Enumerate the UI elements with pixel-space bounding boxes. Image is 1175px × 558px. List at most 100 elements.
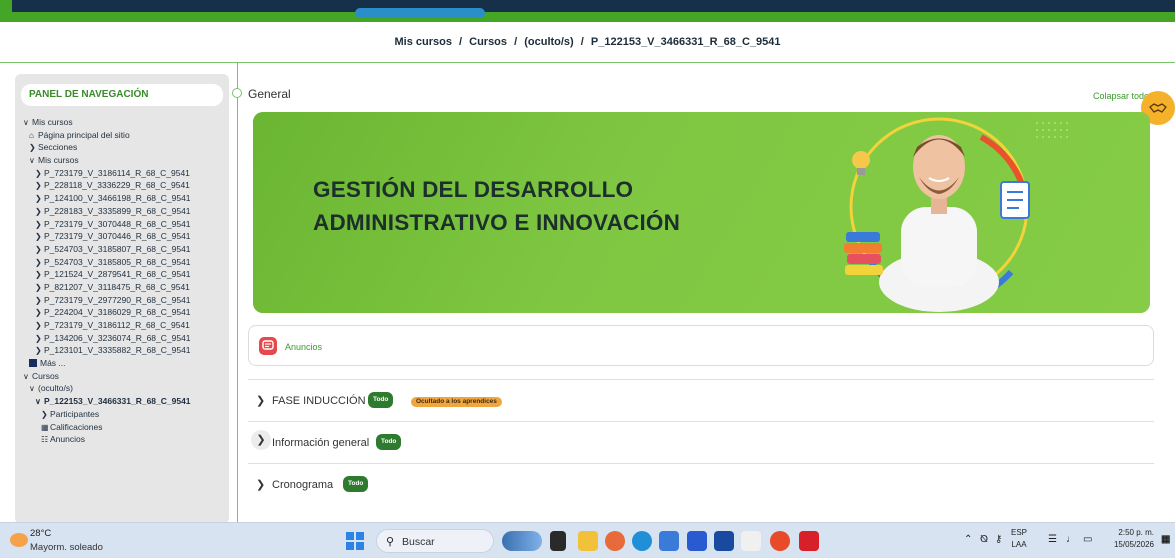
nav-tree-label[interactable]: P_723179_V_2977290_R_68_C_9541 xyxy=(44,295,191,305)
announcements-activity[interactable]: Anuncios xyxy=(248,325,1154,366)
section-label[interactable]: Información general xyxy=(272,437,369,449)
chevron-down-icon[interactable]: ∨ xyxy=(35,396,44,409)
chevron-right-icon[interactable]: ❯ xyxy=(41,409,50,422)
chevron-down-icon[interactable]: ∨ xyxy=(29,155,38,168)
nav-tree-label[interactable]: P_123101_V_3335882_R_68_C_9541 xyxy=(44,345,191,355)
more-square-icon[interactable] xyxy=(29,359,37,368)
nav-tree-item[interactable]: ❯ P_123101_V_3335882_R_68_C_9541 xyxy=(23,344,228,357)
microphone-icon[interactable]: ⚷ xyxy=(995,534,1002,545)
chevron-right-icon[interactable]: ❯ xyxy=(256,478,265,491)
nav-tree-label[interactable]: P_224204_V_3186029_R_68_C_9541 xyxy=(44,307,191,317)
chevron-right-icon[interactable]: ❯ xyxy=(35,231,44,244)
weather-icon[interactable] xyxy=(10,533,28,547)
nav-tree-item[interactable]: ⌂ Página principal del sitio xyxy=(23,129,228,142)
dell-icon[interactable] xyxy=(687,531,707,551)
nav-tree-label[interactable]: P_723179_V_3186112_R_68_C_9541 xyxy=(44,320,190,330)
nav-tree-item[interactable]: ❯ P_524703_V_3185805_R_68_C_9541 xyxy=(23,256,228,269)
nav-tree-label[interactable]: P_821207_V_3118475_R_68_C_9541 xyxy=(44,282,190,292)
chevron-right-icon[interactable]: ❯ xyxy=(35,244,44,257)
nav-tree-label[interactable]: Anuncios xyxy=(50,434,85,444)
nav-tree-item[interactable]: ❯ P_723179_V_3070448_R_68_C_9541 xyxy=(23,218,228,231)
nav-tree-item[interactable]: ∨ (oculto/s) xyxy=(23,382,228,395)
chevron-right-icon[interactable]: ❯ xyxy=(251,430,271,450)
section-label[interactable]: FASE INDUCCIÓN xyxy=(272,395,366,407)
nav-tree-item[interactable]: ❯ Secciones xyxy=(23,141,228,154)
calendar-icon[interactable] xyxy=(741,531,761,551)
breadcrumb-item-course[interactable]: P_122153_V_3466331_R_68_C_9541 xyxy=(591,36,781,48)
acrobat-icon[interactable] xyxy=(799,531,819,551)
forum-icon[interactable]: ☷ xyxy=(41,434,50,447)
section-fase-induccion[interactable]: ❯ FASE INDUCCIÓN Todo Ocultado a los apr… xyxy=(248,379,1154,419)
breadcrumb-item-cursos[interactable]: Cursos xyxy=(469,36,507,48)
nav-tree-label[interactable]: Mis cursos xyxy=(32,117,73,127)
widgets-icon[interactable] xyxy=(502,531,542,551)
task-view-icon[interactable] xyxy=(550,531,566,551)
nav-tree-label[interactable]: Cursos xyxy=(32,371,59,381)
chevron-up-icon[interactable]: ⌃ xyxy=(964,534,972,545)
nav-tree-item[interactable]: ❯ P_723179_V_3070446_R_68_C_9541 xyxy=(23,230,228,243)
nav-tree-item[interactable]: ❯ P_821207_V_3118475_R_68_C_9541 xyxy=(23,281,228,294)
nav-tree-item[interactable]: ❯ P_134206_V_3236074_R_68_C_9541 xyxy=(23,332,228,345)
chevron-right-icon[interactable]: ❯ xyxy=(35,282,44,295)
file-explorer-icon[interactable] xyxy=(578,531,598,551)
volume-icon[interactable]: ♩ xyxy=(1066,534,1076,545)
chevron-right-icon[interactable]: ❯ xyxy=(35,193,44,206)
copilot-icon[interactable] xyxy=(605,531,625,551)
nav-tree-label[interactable]: P_723179_V_3186114_R_68_C_9541 xyxy=(44,168,190,178)
nav-tree-label[interactable]: P_121524_V_2879541_R_68_C_9541 xyxy=(44,269,191,279)
wifi-icon[interactable]: ☰ xyxy=(1048,534,1057,545)
collapse-all-link[interactable]: Colapsar todo xyxy=(1093,91,1149,101)
system-clock[interactable]: 2:50 p. m. 15/05/2026 xyxy=(1106,527,1154,551)
nav-tree-item[interactable]: ∨ Cursos xyxy=(23,370,228,383)
nav-tree-label[interactable]: Página principal del sitio xyxy=(38,130,130,140)
nav-tree-label[interactable]: P_122153_V_3466331_R_68_C_9541 xyxy=(44,396,191,406)
section-cronograma[interactable]: ❯ Cronograma Todo xyxy=(248,463,1154,503)
language-indicator[interactable]: ESP LAA xyxy=(1011,527,1027,551)
header-tab-pill[interactable] xyxy=(355,8,485,18)
windows-start-icon[interactable] xyxy=(346,532,364,550)
chevron-right-icon[interactable]: ❯ xyxy=(35,320,44,333)
nav-tree-item[interactable]: ❯ P_224204_V_3186029_R_68_C_9541 xyxy=(23,306,228,319)
taskbar-search-input[interactable]: ⚲ Buscar xyxy=(376,529,494,553)
nav-tree-label[interactable]: P_124100_V_3466198_R_68_C_9541 xyxy=(44,193,191,203)
chevron-right-icon[interactable]: ❯ xyxy=(35,206,44,219)
location-off-icon[interactable]: ⦰ xyxy=(980,534,988,545)
nav-tree-item[interactable]: ∨ Mis cursos xyxy=(23,154,228,167)
nav-tree-item[interactable]: ❯ P_124100_V_3466198_R_68_C_9541 xyxy=(23,192,228,205)
nav-tree-item[interactable]: Más ... xyxy=(23,357,228,370)
nav-tree-item[interactable]: ∨ Mis cursos xyxy=(23,116,228,129)
nav-tree-item[interactable]: ❯ Participantes xyxy=(23,408,228,421)
edge-browser-icon[interactable] xyxy=(632,531,652,551)
nav-tree-item[interactable]: ☷ Anuncios xyxy=(23,433,228,446)
nav-tree-label[interactable]: P_228183_V_3335899_R_68_C_9541 xyxy=(44,206,191,216)
nav-tree-item[interactable]: ❯ P_228118_V_3336229_R_68_C_9541 xyxy=(23,179,228,192)
nav-tree-item[interactable]: ❯ P_228183_V_3335899_R_68_C_9541 xyxy=(23,205,228,218)
section-informacion-general[interactable]: ❯ Información general Todo xyxy=(248,421,1154,461)
nav-tree-label[interactable]: Secciones xyxy=(38,142,77,152)
weather-description[interactable]: Mayorm. soleado xyxy=(30,542,103,553)
store-icon[interactable] xyxy=(659,531,679,551)
notification-icon[interactable]: ▦ xyxy=(1161,534,1170,545)
nav-tree-label[interactable]: Calificaciones xyxy=(50,422,102,432)
nav-tree-label[interactable]: Mis cursos xyxy=(38,155,79,165)
nav-tree-label[interactable]: Más ... xyxy=(40,358,66,368)
nav-tree-label[interactable]: (oculto/s) xyxy=(38,383,73,393)
battery-icon[interactable]: ▭ xyxy=(1083,534,1092,545)
nav-tree-label[interactable]: P_524703_V_3185805_R_68_C_9541 xyxy=(44,257,191,267)
breadcrumb-item-oculto[interactable]: (oculto/s) xyxy=(524,36,574,48)
section-label[interactable]: Cronograma xyxy=(272,479,333,491)
breadcrumb-item-mis-cursos[interactable]: Mis cursos xyxy=(394,36,451,48)
nav-tree-item[interactable]: ❯ P_121524_V_2879541_R_68_C_9541 xyxy=(23,268,228,281)
nav-tree-item[interactable]: ❯ P_723179_V_3186114_R_68_C_9541 xyxy=(23,167,228,180)
nav-tree-item[interactable]: ❯ P_524703_V_3185807_R_68_C_9541 xyxy=(23,243,228,256)
nav-tree-item[interactable]: ❯ P_723179_V_2977290_R_68_C_9541 xyxy=(23,294,228,307)
nav-tree-label[interactable]: P_723179_V_3070446_R_68_C_9541 xyxy=(44,231,191,241)
nav-tree-label[interactable]: P_134206_V_3236074_R_68_C_9541 xyxy=(44,333,191,343)
nav-tree-label[interactable]: Participantes xyxy=(50,409,99,419)
nav-tree-item[interactable]: ❯ P_723179_V_3186112_R_68_C_9541 xyxy=(23,319,228,332)
chrome-icon[interactable] xyxy=(770,531,790,551)
announcements-link[interactable]: Anuncios xyxy=(285,342,322,352)
nav-tree-label[interactable]: P_723179_V_3070448_R_68_C_9541 xyxy=(44,219,191,229)
chevron-down-icon[interactable]: ∨ xyxy=(23,117,32,130)
chevron-right-icon[interactable]: ❯ xyxy=(256,394,265,407)
